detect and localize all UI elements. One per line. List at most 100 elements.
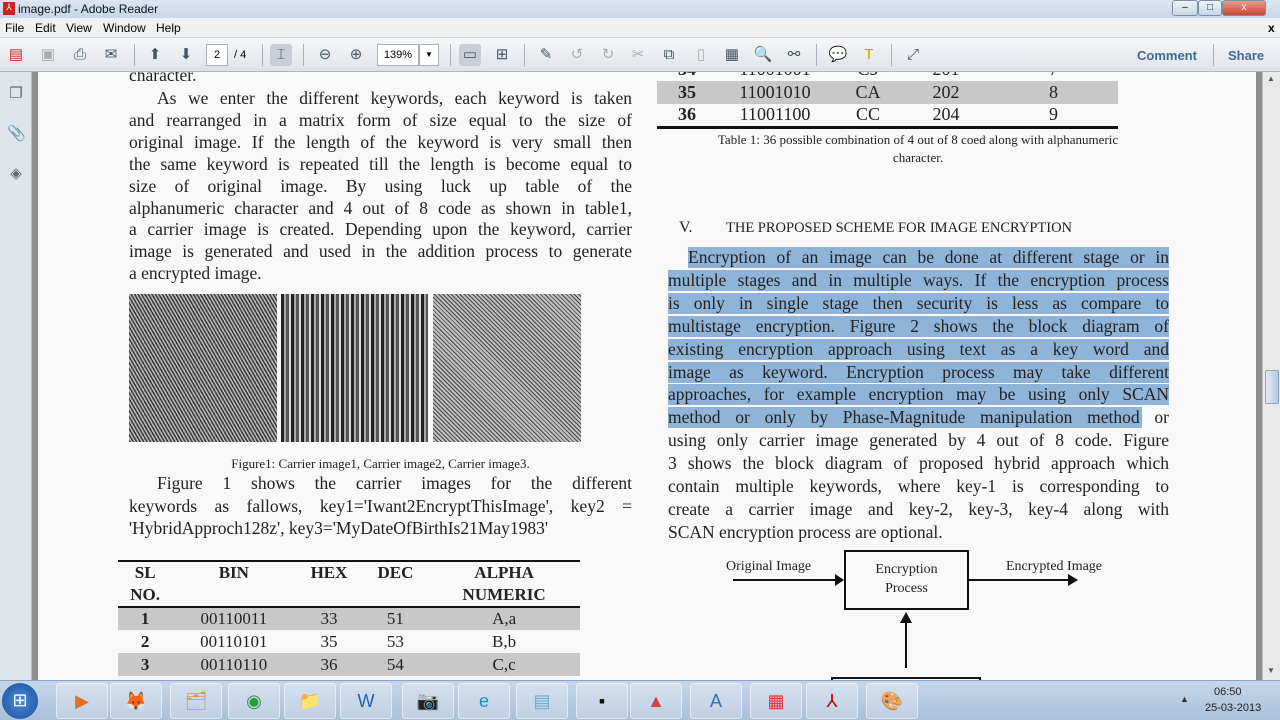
zoom-dropdown-icon[interactable]: ▼: [419, 44, 439, 66]
taskbar-internet-explorer-icon[interactable]: e: [458, 683, 510, 719]
table-cell: 00110011: [200, 609, 268, 628]
vertical-scrollbar[interactable]: ▲ ▼: [1262, 72, 1280, 680]
menu-edit[interactable]: Edit: [35, 21, 56, 35]
next-page-icon[interactable]: ⬇: [175, 44, 197, 66]
delete-icon[interactable]: ▯: [690, 44, 712, 66]
fit-page-icon[interactable]: ▭: [459, 44, 481, 66]
table-header: SL NO.: [118, 561, 172, 607]
taskbar-file-manager-icon[interactable]: 📁: [284, 683, 336, 719]
taskbar-paint-icon[interactable]: 🎨: [866, 683, 918, 719]
share-pane-button[interactable]: Share: [1228, 48, 1264, 63]
attachments-icon[interactable]: 📎: [7, 124, 26, 142]
toolbar: ▤ ▣ ⎙ ✉ ⬆ ⬇ 2 / 4 ⌶ ⊖ ⊕ 139% ▼ ▭ ⊞ ✎ ↺ ↻…: [0, 38, 1280, 72]
zoom-in-icon[interactable]: ⊕: [345, 44, 367, 66]
minimize-button[interactable]: ‒: [1172, 0, 1198, 16]
text-line: approaches, for example encryption may b…: [668, 384, 1169, 406]
search-icon[interactable]: 🔍: [752, 44, 774, 66]
menu-file[interactable]: File: [5, 21, 24, 35]
clock-date[interactable]: 25-03-2013: [1205, 702, 1261, 714]
table-header-line: BIN: [218, 563, 249, 582]
menu-window[interactable]: Window: [103, 21, 146, 35]
text-line: keywords as fallows, key1='Iwant2Encrypt…: [129, 495, 632, 516]
table-cell: 35: [678, 82, 696, 102]
text-line: and rearranged in a matrix form of size …: [129, 109, 632, 130]
find-binoculars-icon[interactable]: ⚯: [783, 44, 805, 66]
scroll-up-icon[interactable]: ▲: [1267, 74, 1275, 83]
clock-time[interactable]: 06:50: [1214, 686, 1242, 698]
table-cell: 35: [320, 631, 338, 651]
pdf-page: character. As we enter the different key…: [38, 72, 1256, 680]
taskbar-wordpad-icon[interactable]: A: [690, 683, 742, 719]
table-cell: 34: [657, 72, 717, 81]
email-icon[interactable]: ✉: [100, 44, 122, 66]
show-hidden-icons[interactable]: ▲: [1180, 694, 1189, 704]
code-table-right: 3411001001C920173511001010CA202836110011…: [657, 72, 1118, 129]
rotate-left-icon[interactable]: ↺: [566, 44, 588, 66]
figure-caption: Figure1: Carrier image1, Carrier image2,…: [231, 456, 530, 471]
carrier-image-1: [129, 294, 277, 442]
table-cell: C9: [833, 72, 903, 81]
taskbar-explorer-folder-icon[interactable]: 🗂: [170, 683, 222, 719]
table-row: 3 00110110 36 54 C,c: [118, 653, 580, 676]
menu-view[interactable]: View: [66, 21, 92, 35]
layers-icon[interactable]: ◈: [7, 164, 25, 182]
comment-pane-button[interactable]: Comment: [1137, 48, 1197, 63]
taskbar-firefox-icon[interactable]: 🦊: [110, 683, 162, 719]
text-line: 3 shows the block diagram of proposed hy…: [668, 453, 1169, 474]
cut-icon[interactable]: ✂: [627, 44, 649, 66]
page-number-input[interactable]: 2: [206, 44, 228, 66]
table-row: 36 11001100 CC 204 9: [657, 104, 1118, 127]
taskbar-control-panel-icon[interactable]: ▦: [750, 683, 802, 719]
taskbar-media-player-icon[interactable]: ▶: [56, 683, 108, 719]
navigation-sidebar: ❐ 📎 ◈: [0, 72, 32, 680]
table-header: HEX: [295, 561, 362, 607]
text-line: multistage encryption. Figure 2 shows th…: [668, 315, 1169, 337]
scroll-down-icon[interactable]: ▼: [1267, 666, 1275, 675]
highlight-text-icon[interactable]: T: [858, 44, 880, 66]
arrow-head-icon: [1068, 574, 1078, 586]
table-header-line: SL: [134, 563, 156, 582]
select-tool-icon[interactable]: ⌶: [270, 44, 292, 66]
table-cell: 53: [386, 631, 404, 651]
text-line: multiple stages and in multiple ways. If…: [668, 269, 1169, 291]
taskbar-notepad-icon[interactable]: ▤: [516, 683, 568, 719]
rotate-right-icon[interactable]: ↻: [597, 44, 619, 66]
text-line: a encrypted image.: [129, 263, 262, 284]
page-thumbnails-icon[interactable]: ❐: [7, 84, 25, 102]
table-cell: 8: [1049, 82, 1058, 102]
zoom-input[interactable]: 139%: [377, 44, 419, 66]
close-button[interactable]: x: [1222, 0, 1266, 16]
previous-page-icon[interactable]: ⬆: [144, 44, 166, 66]
text-line: method or only by Phase-Magnitude manipu…: [668, 407, 1169, 429]
save-icon[interactable]: ▣: [37, 44, 59, 66]
table-cell: 36: [678, 104, 696, 125]
full-screen-icon[interactable]: ⤢: [902, 44, 924, 66]
taskbar-command-prompt-icon[interactable]: ▪: [576, 683, 628, 719]
taskbar-chrome-icon[interactable]: ◉: [228, 683, 280, 719]
copy-icon[interactable]: ⧉: [658, 44, 680, 66]
sign-icon[interactable]: ✎: [535, 44, 557, 66]
table-cell: CA: [855, 82, 881, 102]
section-number: V.: [679, 219, 693, 236]
arrow-head-icon: [900, 612, 912, 623]
scrollbar-thumb[interactable]: [1265, 370, 1279, 404]
snapshot-icon[interactable]: ▦: [721, 44, 743, 66]
zoom-out-icon[interactable]: ⊖: [314, 44, 336, 66]
taskbar-adobe-reader-icon[interactable]: ⅄: [806, 683, 858, 719]
taskbar-start-icon[interactable]: ⊞: [2, 683, 38, 719]
close-document-button[interactable]: x: [1268, 21, 1275, 35]
maximize-button[interactable]: □: [1198, 0, 1222, 16]
print-icon[interactable]: ⎙: [69, 44, 91, 66]
taskbar-webcam-icon[interactable]: 📷: [402, 683, 454, 719]
fit-width-icon[interactable]: ⊞: [491, 44, 513, 66]
create-pdf-icon[interactable]: ▤: [5, 44, 27, 66]
sticky-note-icon[interactable]: 💬: [827, 44, 849, 66]
key-arrow: [905, 622, 907, 668]
menu-help[interactable]: Help: [156, 21, 181, 35]
table-header-line: HEX: [310, 563, 348, 582]
taskbar-matlab-icon[interactable]: ▲: [630, 683, 682, 719]
section-title: THE PROPOSED SCHEME FOR IMAGE ENCRYPTION: [726, 220, 1073, 236]
table-row: 3411001001C92017: [657, 72, 1118, 81]
table-cell: 36: [320, 654, 338, 674]
taskbar-word-icon[interactable]: W: [340, 683, 392, 719]
